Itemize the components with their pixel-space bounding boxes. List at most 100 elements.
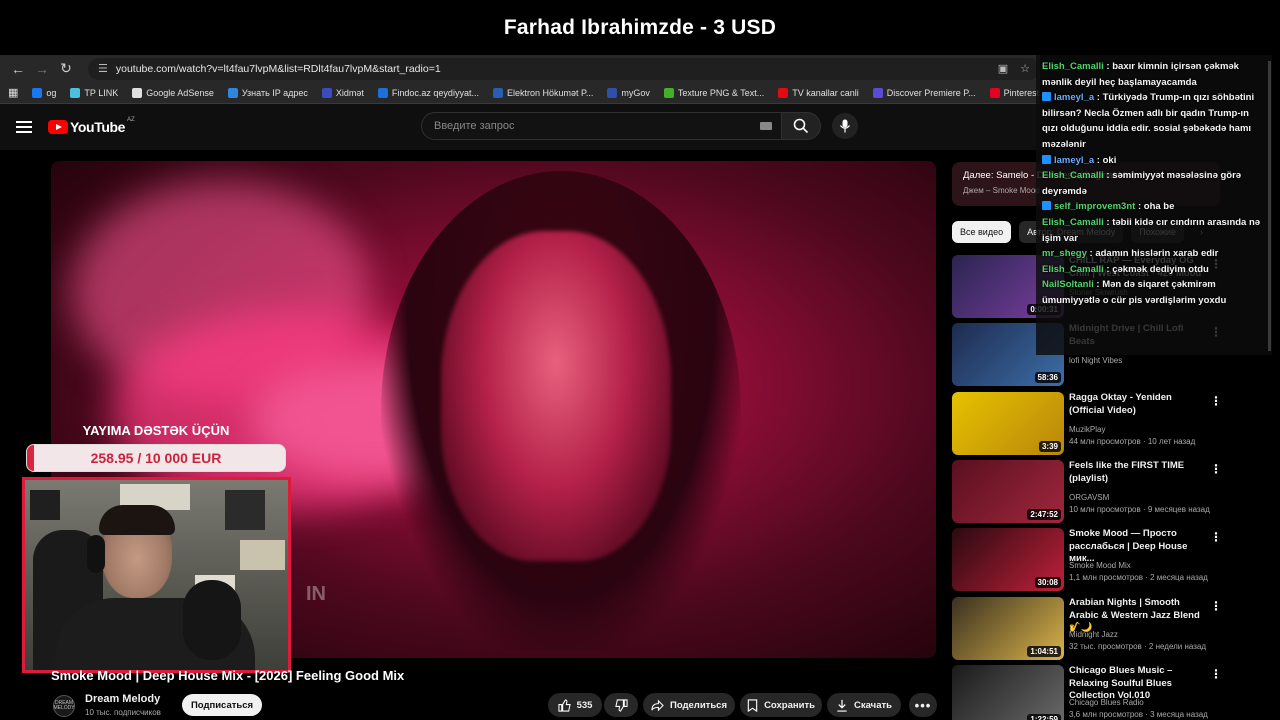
save-button[interactable]: Сохранить (740, 693, 822, 717)
chat-message: Elish_Camalli : təbii kidə cır cındırın … (1042, 215, 1266, 246)
microphone-shape (183, 580, 241, 660)
video-duration: 30:08 (1034, 577, 1061, 588)
recommendation-title[interactable]: Feels like the FIRST TIME (playlist) (1069, 460, 1209, 485)
more-vertical-icon[interactable]: ⋮ (1210, 530, 1222, 544)
more-vertical-icon[interactable]: ⋮ (1210, 599, 1222, 613)
more-vertical-icon[interactable]: ⋮ (1210, 462, 1222, 476)
video-actions-row: DREAM MELODY Dream Melody 10 тыс. подпис… (51, 690, 937, 720)
bookmark-item[interactable]: Findoc.az qeydiyyat... (377, 87, 479, 98)
recommendation-title[interactable]: Chicago Blues Music – Relaxing Soulful B… (1069, 665, 1209, 703)
site-info-icon[interactable]: ☰ (98, 62, 108, 75)
webcam-overlay (22, 477, 291, 673)
bookmark-item[interactable]: Pinterest (989, 87, 1040, 98)
thumb-up-icon (557, 698, 571, 712)
bookmark-item[interactable]: Elektron Hökumət P... (492, 87, 594, 98)
download-icon (837, 699, 847, 712)
back-icon[interactable]: ← (8, 59, 28, 79)
keyboard-icon[interactable] (760, 122, 772, 130)
install-icon[interactable]: ▣ (998, 62, 1008, 75)
bookmark-item[interactable]: Xidmət (321, 87, 364, 98)
bookmark-label: Elektron Hökumət P... (506, 87, 594, 98)
recommendation-item[interactable]: 30:08 Smoke Mood — Просто расслабься | De… (952, 528, 1280, 592)
chat-username[interactable]: lameyl_a (1054, 155, 1094, 166)
search-button[interactable] (781, 112, 821, 140)
more-vertical-icon[interactable]: ⋮ (1210, 394, 1222, 408)
bookmark-favicon-icon (132, 87, 143, 98)
video-title: Smoke Mood | Deep House Mix - [2026] Fee… (51, 668, 405, 683)
bookmark-item[interactable]: Узнать IP адрес (227, 87, 308, 98)
bookmark-item[interactable]: myGov (607, 87, 650, 98)
apps-icon[interactable]: ▦ (8, 86, 18, 99)
chat-username[interactable]: Elish_Camalli (1042, 264, 1104, 275)
more-actions-button[interactable]: ••• (909, 693, 937, 717)
recommendation-channel[interactable]: Midnight Jazz (1069, 630, 1118, 639)
video-thumbnail[interactable]: 2:47:52 (952, 460, 1064, 523)
video-thumbnail[interactable]: 1:04:51 (952, 597, 1064, 660)
share-label: Поделиться (669, 699, 727, 711)
forward-icon[interactable]: → (32, 59, 52, 79)
menu-icon[interactable] (16, 121, 32, 133)
bookmark-label: TV kanallar canli (792, 87, 859, 98)
like-button[interactable]: 535 (548, 693, 602, 717)
chat-username[interactable]: Elish_Camalli (1042, 61, 1104, 72)
search-box (421, 112, 783, 140)
share-button[interactable]: Поделиться (643, 693, 735, 717)
next-up-subtitle: Джем – Smoke Mood (963, 186, 1040, 195)
recommendation-channel[interactable]: lofi Night Vibes (1069, 356, 1122, 365)
voice-search-button[interactable] (832, 113, 858, 139)
recommendation-title[interactable]: Smoke Mood — Просто расслабься | Deep Ho… (1069, 528, 1209, 566)
bookmark-item[interactable]: Discover Premiere P... (872, 87, 976, 98)
video-thumbnail[interactable]: 1:22:59 (952, 665, 1064, 720)
chat-username[interactable]: mr_shegy (1042, 248, 1087, 259)
recommendation-channel[interactable]: MuzikPlay (1069, 425, 1105, 434)
youtube-logo[interactable]: YouTube AZ (48, 117, 135, 135)
reload-icon[interactable]: ↻ (56, 59, 76, 79)
dislike-button[interactable] (604, 693, 638, 717)
chat-message: lameyl_a : Türkiyədə Trump-ın qızı söhbə… (1042, 90, 1266, 152)
bookmark-item[interactable]: TP LINK (70, 87, 118, 98)
bookmark-item[interactable]: Google AdSense (132, 87, 214, 98)
bookmark-favicon-icon (663, 87, 674, 98)
recommendation-item[interactable]: 2:47:52 Feels like the FIRST TIME (playli… (952, 460, 1280, 524)
bookmark-label: Pinterest (1003, 87, 1040, 98)
bookmark-label: Texture PNG & Text... (677, 87, 765, 98)
bookmark-item[interactable]: og (32, 87, 56, 98)
video-thumbnail[interactable]: 3:39 (952, 392, 1064, 455)
chat-separator: : (1103, 216, 1113, 228)
subscribe-button[interactable]: Подписаться (182, 694, 262, 716)
subscriber-badge-icon (1042, 92, 1051, 102)
chat-username[interactable]: NailSoltanli (1042, 279, 1094, 290)
video-thumbnail[interactable]: 30:08 (952, 528, 1064, 591)
recommendation-item[interactable]: 3:39 Ragga Oktay - Yeniden (Official Vide… (952, 392, 1280, 456)
video-watermark: IN (306, 583, 326, 605)
bookmark-star-icon[interactable]: ☆ (1020, 62, 1030, 75)
download-button[interactable]: Скачать (827, 693, 901, 717)
recommendation-title[interactable]: Ragga Oktay - Yeniden (Official Video) (1069, 392, 1209, 417)
bookmark-item[interactable]: TV kanallar canli (778, 87, 859, 98)
recommendation-channel[interactable]: Smoke Mood Mix (1069, 561, 1131, 570)
recommendation-item[interactable]: 1:22:59 Chicago Blues Music – Relaxing So… (952, 665, 1280, 720)
search-input[interactable] (434, 120, 760, 132)
thumb-down-icon (614, 698, 628, 712)
chat-username[interactable]: Elish_Camalli (1042, 170, 1104, 181)
chat-message: lameyl_a : oki (1042, 153, 1266, 169)
bookmark-item[interactable]: Texture PNG & Text... (663, 87, 765, 98)
recommendation-title[interactable]: Arabian Nights | Smooth Arabic & Western… (1069, 597, 1209, 635)
address-bar[interactable]: ☰ youtube.com/watch?v=lt4fau7lvpM&list=R… (88, 57, 1040, 80)
filter-chip[interactable]: Все видео (952, 221, 1012, 243)
chat-message: NailSoltanli : Mən də siqaret çəkmirəm ü… (1042, 277, 1266, 308)
channel-name[interactable]: Dream Melody (85, 693, 160, 705)
channel-avatar[interactable]: DREAM MELODY (53, 695, 75, 717)
recommendation-channel[interactable]: ORGAVSM (1069, 493, 1109, 502)
bookmark-favicon-icon (492, 87, 503, 98)
recommendation-meta: 32 тыс. просмотров · 2 недели назад (1069, 642, 1207, 651)
recommendation-channel[interactable]: Chicago Blues Radio (1069, 698, 1144, 707)
more-vertical-icon[interactable]: ⋮ (1210, 667, 1222, 681)
chat-text: oki (1102, 154, 1117, 166)
recommendation-item[interactable]: 1:04:51 Arabian Nights | Smooth Arabic & … (952, 597, 1280, 661)
donation-progress-text: 258.95 / 10 000 EUR (90, 450, 222, 466)
chat-username[interactable]: lameyl_a (1054, 92, 1094, 103)
chat-username[interactable]: Elish_Camalli (1042, 217, 1104, 228)
chat-username[interactable]: self_improvem3nt (1054, 201, 1135, 212)
chat-scrollbar[interactable] (1268, 61, 1271, 351)
